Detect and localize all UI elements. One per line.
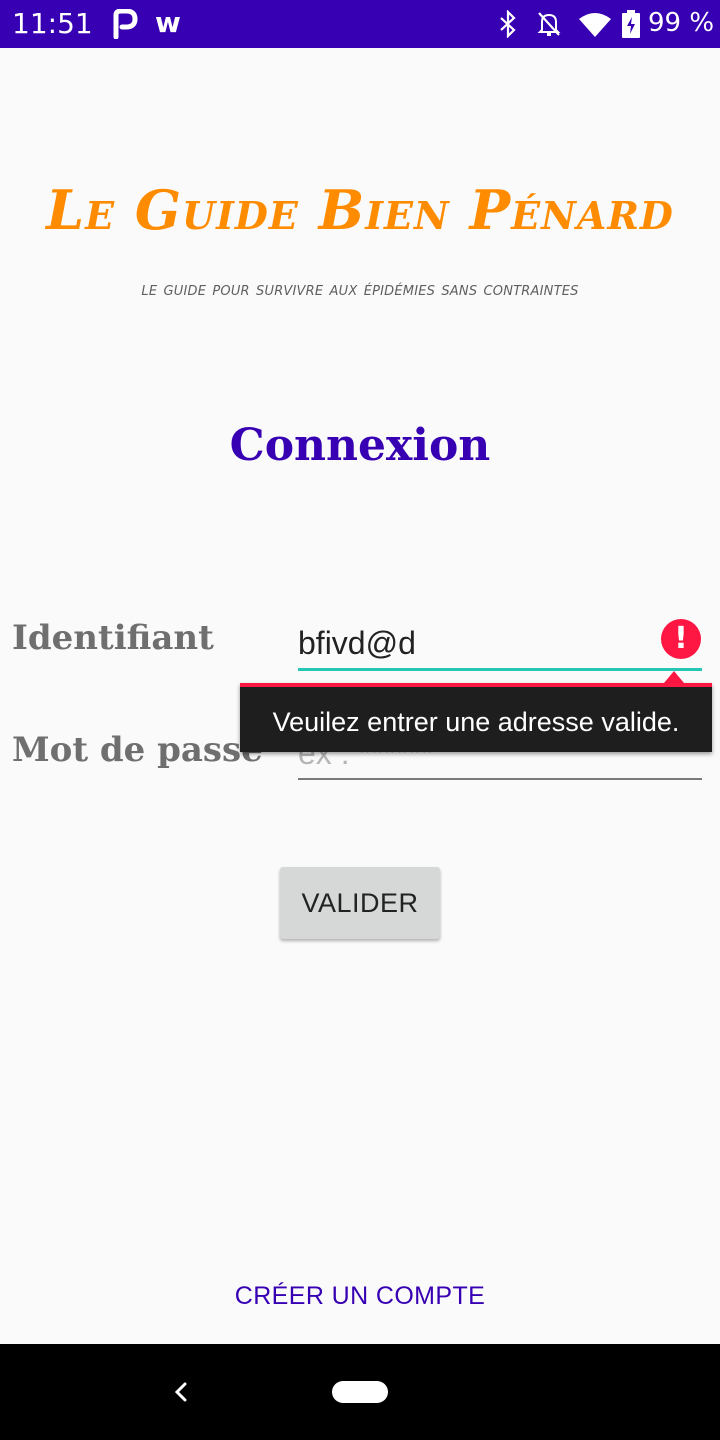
create-account-link[interactable]: CRÉER UN COMPTE xyxy=(0,1282,720,1311)
app-p-icon xyxy=(113,9,138,39)
status-bar: 11:51 w 99 % xyxy=(0,0,720,48)
home-button[interactable] xyxy=(332,1381,388,1403)
identifier-label: Identifiant xyxy=(12,618,214,658)
battery-icon xyxy=(622,10,640,38)
error-popup: Veuilez entrer une adresse valide. xyxy=(240,683,712,752)
password-label: Mot de passe xyxy=(12,730,263,770)
notifications-off-icon xyxy=(537,12,561,36)
validate-button[interactable]: VALIDER xyxy=(280,867,440,939)
battery-percent: 99 % xyxy=(648,8,715,38)
app-subtitle: le guide pour survivre aux épidémies san… xyxy=(141,278,579,300)
login-screen: 11:51 w 99 % Le Guide Bien Pénard le gui… xyxy=(0,0,720,1440)
identifier-input[interactable] xyxy=(298,618,702,671)
wifi-icon xyxy=(579,13,611,37)
status-time: 11:51 xyxy=(12,7,93,40)
error-message: Veuilez entrer une adresse valide. xyxy=(272,707,680,737)
app-title: Le Guide Bien Pénard xyxy=(46,178,674,242)
error-icon: ! xyxy=(661,619,701,659)
error-popup-arrow xyxy=(664,671,684,683)
page-title: Connexion xyxy=(229,420,491,471)
bluetooth-icon xyxy=(500,10,516,38)
navigation-bar xyxy=(0,1344,720,1440)
back-icon[interactable] xyxy=(168,1374,192,1410)
app-w-icon: w xyxy=(155,6,181,39)
